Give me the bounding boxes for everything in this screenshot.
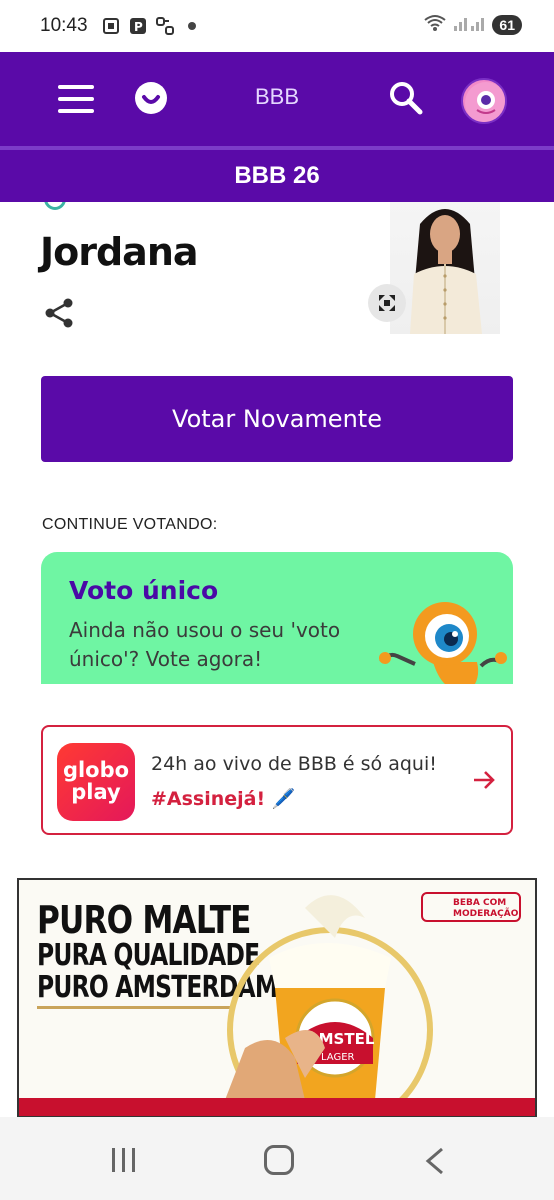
- beer-cup-illustration: AMSTEL LAGER: [225, 895, 433, 1100]
- globoplay-cta: #Assinejá! 🖊️: [151, 788, 296, 810]
- bbb-eye-mascot-icon: [371, 592, 511, 684]
- voto-unico-card[interactable]: Voto único Ainda não usou o seu 'voto ún…: [41, 552, 513, 684]
- continue-voting-label: CONTINUE VOTANDO:: [42, 516, 218, 533]
- globoplay-logo: globo play: [57, 743, 135, 821]
- participant-photo: [390, 202, 500, 334]
- wifi-icon: [424, 14, 447, 36]
- avatar[interactable]: [461, 78, 507, 124]
- ad-red-bar: [19, 1098, 535, 1116]
- signal-icon: [452, 14, 486, 36]
- globoplay-logo-line2: play: [71, 780, 121, 804]
- vote-again-button[interactable]: Votar Novamente: [41, 376, 513, 462]
- search-icon[interactable]: [388, 80, 424, 116]
- expand-icon[interactable]: [368, 284, 406, 322]
- main-content: Jordana Votar Novamente CONTINUE VOTANDO…: [0, 202, 554, 1117]
- status-right: 61: [424, 14, 522, 36]
- recents-icon[interactable]: [110, 1147, 138, 1173]
- arrow-right-icon[interactable]: [471, 767, 497, 793]
- participant-name: Jordana: [40, 230, 199, 274]
- link-icon: [155, 17, 174, 35]
- dot-icon: [183, 17, 201, 35]
- share-icon[interactable]: [44, 297, 76, 329]
- globoplay-logo-line1: globo: [62, 758, 130, 782]
- globoplay-banner[interactable]: globo play 24h ao vivo de BBB é só aqui!…: [41, 725, 513, 835]
- status-time: 10:43: [40, 15, 88, 36]
- voto-card-description: Ainda não usou o seu 'voto único'? Vote …: [69, 618, 341, 671]
- check-icon: [44, 202, 66, 210]
- ad-headline-1: PURO MALTE: [37, 898, 251, 942]
- section-title[interactable]: BBB 26: [0, 150, 554, 202]
- home-icon[interactable]: [264, 1145, 294, 1175]
- app-screen: 10:43 P 61 BBB BBB 26 Jordana Votar Nova…: [0, 0, 554, 1200]
- status-bar: 10:43 P 61: [0, 0, 554, 52]
- battery-indicator: 61: [492, 15, 522, 35]
- amstel-ad-banner[interactable]: PURO MALTE PURA QUALIDADE PURO AMSTERDAM…: [17, 878, 537, 1117]
- globoplay-text: 24h ao vivo de BBB é só aqui!: [151, 753, 437, 775]
- app-header: BBB: [0, 52, 554, 146]
- ad-brand-sub: LAGER: [321, 1052, 355, 1063]
- system-nav-bar: [0, 1117, 554, 1200]
- ad-underline: [37, 1006, 233, 1009]
- back-icon[interactable]: [424, 1147, 446, 1175]
- svg-text:P: P: [134, 20, 143, 34]
- screenshot-icon: [102, 17, 120, 35]
- voto-card-title: Voto único: [69, 576, 219, 605]
- parking-icon: P: [129, 17, 147, 35]
